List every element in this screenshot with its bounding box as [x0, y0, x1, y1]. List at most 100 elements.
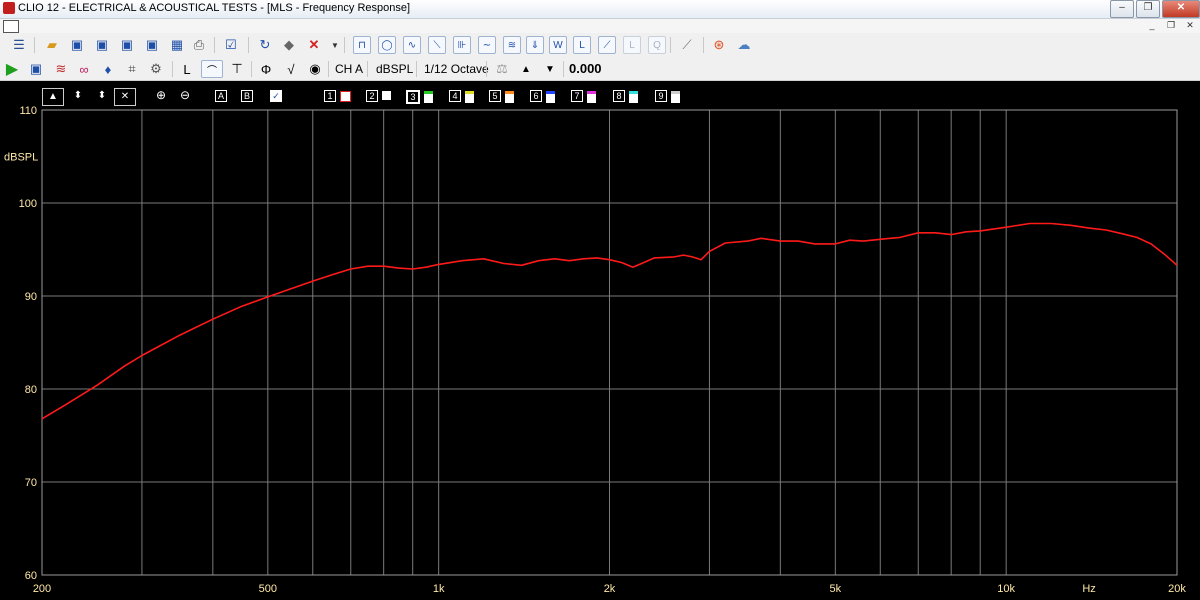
main-toolbar: ☰ ▰ ▣ ▣ ▣ ▣ ▦ ⎙ ☑ ↻ ◆ ✕ ▼ ⊓ ◯ ∿ ⟍ ⊪ ∼ ≋ … [0, 33, 1200, 58]
trace-9-button[interactable]: 9 [655, 90, 667, 102]
zoom-in-icon[interactable]: ⊕ [156, 88, 166, 102]
chart-panel: 110 100 90 80 70 60 dBSPL 200 500 1k 2k 5k 10k 20k Hz [0, 81, 1200, 600]
trace-2-button[interactable]: 2 [366, 90, 378, 102]
microphone-icon[interactable]: ⇓ [526, 36, 544, 54]
close-button[interactable]: ✕ [1162, 0, 1200, 18]
scale-updown-button[interactable]: ⬍ [68, 88, 88, 104]
marker-b-button[interactable]: B [241, 90, 253, 102]
ruler-icon[interactable]: ⟋ [678, 36, 696, 54]
slope-icon[interactable]: ⟍ [428, 36, 446, 54]
x-tick-label: 1k [433, 583, 445, 595]
toolbar-separator [251, 61, 252, 77]
time-window-icon[interactable]: ⊤ [228, 60, 246, 78]
scale-down-button[interactable]: ⬍ [92, 88, 112, 104]
y-tick-label: 90 [25, 291, 37, 303]
mdi-minimize-button[interactable]: _ [1144, 19, 1160, 31]
help-lifebuoy-icon[interactable]: ⊛ [710, 36, 728, 54]
trace-4-color[interactable] [465, 91, 474, 103]
trace-3-button[interactable]: 3 [406, 90, 420, 104]
cursor-l-icon[interactable]: L [178, 60, 196, 78]
trace-9-color[interactable] [671, 91, 680, 103]
trace-1-color[interactable] [340, 91, 351, 102]
value-down-icon[interactable]: ▼ [541, 60, 559, 78]
refresh-icon[interactable]: ↻ [256, 36, 274, 54]
mdi-controls: _ ❐ ✕ [1141, 19, 1198, 31]
trace-8-color[interactable] [629, 91, 638, 103]
trace-7-color[interactable] [587, 91, 596, 103]
loop-infinity-icon[interactable]: ∞ [75, 60, 93, 78]
scale-up-button[interactable]: ▲ [42, 88, 64, 106]
mdi-close-button[interactable]: ✕ [1182, 19, 1198, 31]
toolbar-separator [367, 61, 368, 77]
open-folder-icon[interactable]: ▰ [43, 36, 61, 54]
title-bar: CLIO 12 - ELECTRICAL & ACOUSTICAL TESTS … [0, 0, 1200, 19]
waves-icon[interactable]: ≋ [52, 60, 70, 78]
overlay-checkbox-icon[interactable]: ✓ [270, 90, 282, 102]
trace-6-button[interactable]: 6 [530, 90, 542, 102]
settings-gear-icon[interactable]: ⚙ [147, 60, 165, 78]
checkbox-icon[interactable]: ☑ [222, 36, 240, 54]
zoom-out-icon[interactable]: ⊖ [180, 88, 190, 102]
x-tick-label: 20k [1168, 583, 1186, 595]
x-zoom-button[interactable]: ✕ [114, 88, 136, 106]
smooth-curve-icon[interactable]: ⌒ [201, 60, 223, 78]
x-tick-label: 2k [604, 583, 616, 595]
toolbar-separator [344, 37, 345, 53]
maximize-button[interactable]: ❐ [1136, 0, 1160, 18]
smoothing-selector[interactable]: 1/12 Octave [424, 61, 489, 77]
value-up-icon[interactable]: ▲ [517, 60, 535, 78]
document-icon[interactable] [3, 20, 19, 33]
phase-icon[interactable]: Φ [257, 60, 275, 78]
dial-icon[interactable]: ◉ [306, 60, 324, 78]
channel-selector[interactable]: CH A [335, 61, 363, 77]
wf-icon[interactable]: W [549, 36, 567, 54]
fft-icon[interactable]: ⊪ [453, 36, 471, 54]
app-icon [3, 2, 15, 14]
trace-5-color[interactable] [505, 91, 514, 103]
mdi-restore-button[interactable]: ❐ [1163, 19, 1179, 31]
eraser-icon[interactable]: ◆ [280, 36, 298, 54]
impulse-icon[interactable]: √ [282, 60, 300, 78]
printer-icon[interactable]: ⎙ [190, 36, 208, 54]
save-all-icon[interactable]: ▣ [143, 36, 161, 54]
cloud-help-icon[interactable]: ☁ [735, 36, 753, 54]
line-icon[interactable]: ⟋ [598, 36, 616, 54]
frequency-response-chart[interactable]: 110 100 90 80 70 60 dBSPL 200 500 1k 2k 5k 10k 20k Hz [0, 81, 1200, 600]
trace-7-button[interactable]: 7 [571, 90, 583, 102]
unit-selector[interactable]: dBSPL [376, 61, 413, 77]
mdi-bar: _ ❐ ✕ [0, 19, 1200, 34]
trace-4-button[interactable]: 4 [449, 90, 461, 102]
trace-8-button[interactable]: 8 [613, 90, 625, 102]
minimize-button[interactable]: ‒ [1110, 0, 1134, 18]
waveform-icon[interactable]: ∿ [403, 36, 421, 54]
marker-a-button[interactable]: A [215, 90, 227, 102]
trace-3-color[interactable] [424, 91, 433, 103]
y-tick-label: 110 [19, 105, 37, 117]
x-axis-label: Hz [1082, 583, 1095, 595]
toolbar-separator [703, 37, 704, 53]
dropdown-arrow-icon[interactable]: ▼ [326, 36, 344, 54]
leq-icon[interactable]: L [573, 36, 591, 54]
trace-2-color[interactable] [382, 91, 391, 100]
export-icon[interactable]: ▣ [118, 36, 136, 54]
toolbar-separator [416, 61, 417, 77]
menu-icon[interactable]: ☰ [10, 36, 28, 54]
sweep-icon[interactable]: ≋ [503, 36, 521, 54]
save-measure-icon[interactable]: ▣ [27, 60, 45, 78]
sine-icon[interactable]: ∼ [478, 36, 496, 54]
scale-icon[interactable]: ⚖ [493, 60, 511, 78]
save-as-icon[interactable]: ▣ [93, 36, 111, 54]
delete-icon[interactable]: ✕ [305, 36, 323, 54]
trace-6-color[interactable] [546, 91, 555, 103]
crop-icon[interactable]: ⌗ [123, 60, 141, 78]
play-icon[interactable]: ▶ [3, 60, 21, 78]
trace-1-button[interactable]: 1 [324, 90, 336, 102]
save-icon[interactable]: ▣ [68, 36, 86, 54]
loop-icon[interactable]: ◯ [378, 36, 396, 54]
qc-icon: Q [648, 36, 666, 54]
measurement-toolbar: ▶ ▣ ≋ ∞ ♦ ⌗ ⚙ L ⌒ ⊤ Φ √ ◉ CH A dBSPL 1/1… [0, 57, 1200, 81]
calendar-icon[interactable]: ▦ [168, 36, 186, 54]
trace-5-button[interactable]: 5 [489, 90, 501, 102]
probe-icon[interactable]: ♦ [99, 60, 117, 78]
mls-icon[interactable]: ⊓ [353, 36, 371, 54]
